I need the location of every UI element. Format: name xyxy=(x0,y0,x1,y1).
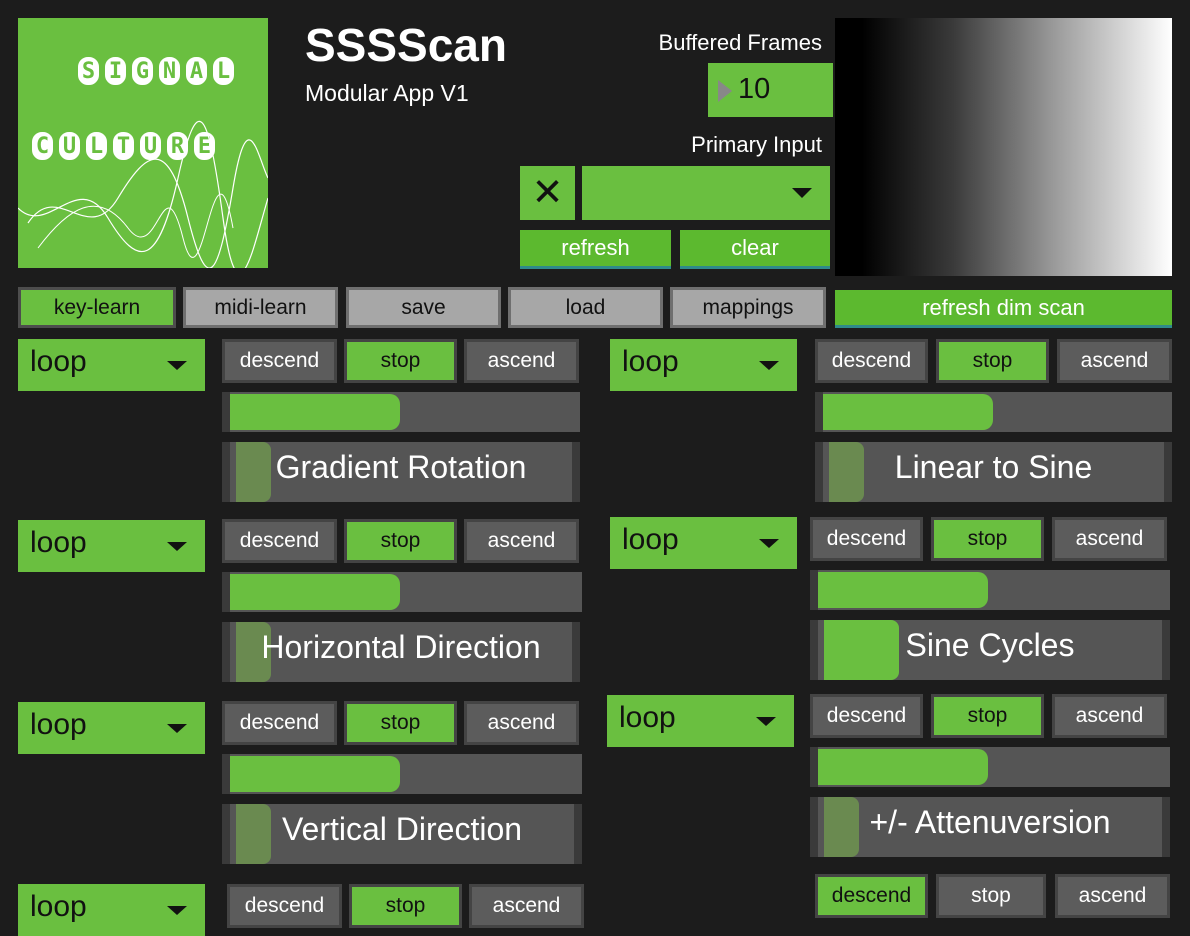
parameter-name: Horizontal Direction xyxy=(261,629,541,665)
mode-label: loop xyxy=(619,701,676,734)
ascend-button[interactable]: ascend xyxy=(1055,874,1170,918)
waveform-icon xyxy=(18,120,268,268)
stop-button[interactable]: stop xyxy=(344,519,457,563)
ascend-button[interactable]: ascend xyxy=(469,884,584,928)
speed-slider-fill xyxy=(230,574,400,610)
speed-slider-fill xyxy=(818,749,988,785)
parameter-slider[interactable]: +/- Attenuversion xyxy=(810,797,1170,857)
descend-button[interactable]: descend xyxy=(222,701,337,745)
ascend-button[interactable]: ascend xyxy=(464,701,579,745)
buffered-frames-number-box[interactable]: 10 xyxy=(708,63,833,117)
mode-dropdown[interactable]: loop xyxy=(18,884,205,936)
ascend-button[interactable]: ascend xyxy=(464,519,579,563)
descend-button[interactable]: descend xyxy=(810,694,923,738)
stop-button[interactable]: stop xyxy=(931,694,1044,738)
speed-slider[interactable] xyxy=(815,392,1172,432)
speed-slider[interactable] xyxy=(810,747,1170,787)
speed-slider-fill xyxy=(230,756,400,792)
descend-button[interactable]: descend xyxy=(810,517,923,561)
speed-slider[interactable] xyxy=(222,392,580,432)
descend-button[interactable]: descend xyxy=(815,874,928,918)
buffered-frames-value: 10 xyxy=(738,73,771,105)
mode-label: loop xyxy=(622,523,679,556)
primary-input-label: Primary Input xyxy=(691,132,822,157)
mode-label: loop xyxy=(30,890,87,923)
parameter-name: Sine Cycles xyxy=(905,627,1075,663)
primary-input-dropdown[interactable] xyxy=(582,166,830,220)
chevron-down-icon xyxy=(167,542,187,551)
chevron-down-icon xyxy=(759,539,779,548)
ascend-button[interactable]: ascend xyxy=(1057,339,1172,383)
speed-slider[interactable] xyxy=(222,572,582,612)
chevron-down-icon xyxy=(167,906,187,915)
stop-button[interactable]: stop xyxy=(349,884,462,928)
descend-button[interactable]: descend xyxy=(815,339,928,383)
parameter-slider[interactable]: Horizontal Direction xyxy=(222,622,580,682)
ascend-button[interactable]: ascend xyxy=(1052,517,1167,561)
mode-dropdown[interactable]: loop xyxy=(18,702,205,754)
chevron-down-icon xyxy=(167,361,187,370)
parameter-name: +/- Attenuversion xyxy=(869,804,1111,840)
chevron-down-icon xyxy=(759,361,779,370)
mode-dropdown[interactable]: loop xyxy=(610,339,797,391)
mode-dropdown[interactable]: loop xyxy=(610,517,797,569)
load-button[interactable]: load xyxy=(508,287,663,328)
close-button[interactable]: ✕ xyxy=(520,166,575,220)
ascend-button[interactable]: ascend xyxy=(464,339,579,383)
stop-button[interactable]: stop xyxy=(936,339,1049,383)
buffered-frames-label: Buffered Frames xyxy=(658,30,822,55)
parameter-slider[interactable]: Gradient Rotation xyxy=(222,442,580,502)
stop-button[interactable]: stop xyxy=(344,339,457,383)
parameter-name: Gradient Rotation xyxy=(275,449,527,485)
midi-learn-button[interactable]: midi-learn xyxy=(183,287,338,328)
number-arrow-icon xyxy=(718,80,732,102)
descend-button[interactable]: descend xyxy=(227,884,342,928)
clear-button[interactable]: clear xyxy=(680,230,830,269)
stop-button[interactable]: stop xyxy=(931,517,1044,561)
descend-button[interactable]: descend xyxy=(222,339,337,383)
mappings-button[interactable]: mappings xyxy=(670,287,826,328)
refresh-button[interactable]: refresh xyxy=(520,230,671,269)
mode-dropdown[interactable]: loop xyxy=(607,695,794,747)
mode-label: loop xyxy=(30,708,87,741)
signal-culture-logo: S I G N A L C U L T U R E xyxy=(18,18,268,268)
parameter-name: Vertical Direction xyxy=(281,811,523,847)
video-preview xyxy=(835,18,1172,276)
chevron-down-icon xyxy=(167,724,187,733)
speed-slider-fill xyxy=(823,394,993,430)
chevron-down-icon xyxy=(756,717,776,726)
refresh-dim-scan-button[interactable]: refresh dim scan xyxy=(835,290,1172,328)
ascend-button[interactable]: ascend xyxy=(1052,694,1167,738)
parameter-slider[interactable]: Vertical Direction xyxy=(222,804,582,864)
app-title: SSSScan xyxy=(305,19,507,71)
chevron-down-icon xyxy=(792,188,812,198)
parameter-name: Linear to Sine xyxy=(894,449,1093,485)
app-subtitle: Modular App V1 xyxy=(305,80,469,106)
save-button[interactable]: save xyxy=(346,287,501,328)
speed-slider[interactable] xyxy=(222,754,582,794)
mode-label: loop xyxy=(30,526,87,559)
stop-button[interactable]: stop xyxy=(936,874,1046,918)
stop-button[interactable]: stop xyxy=(344,701,457,745)
descend-button[interactable]: descend xyxy=(222,519,337,563)
speed-slider-fill xyxy=(230,394,400,430)
mode-dropdown[interactable]: loop xyxy=(18,520,205,572)
parameter-slider[interactable]: Sine Cycles xyxy=(810,620,1170,680)
speed-slider[interactable] xyxy=(810,570,1170,610)
key-learn-button[interactable]: key-learn xyxy=(18,287,176,328)
mode-label: loop xyxy=(30,345,87,378)
mode-label: loop xyxy=(622,345,679,378)
speed-slider-fill xyxy=(818,572,988,608)
parameter-slider[interactable]: Linear to Sine xyxy=(815,442,1172,502)
mode-dropdown[interactable]: loop xyxy=(18,339,205,391)
